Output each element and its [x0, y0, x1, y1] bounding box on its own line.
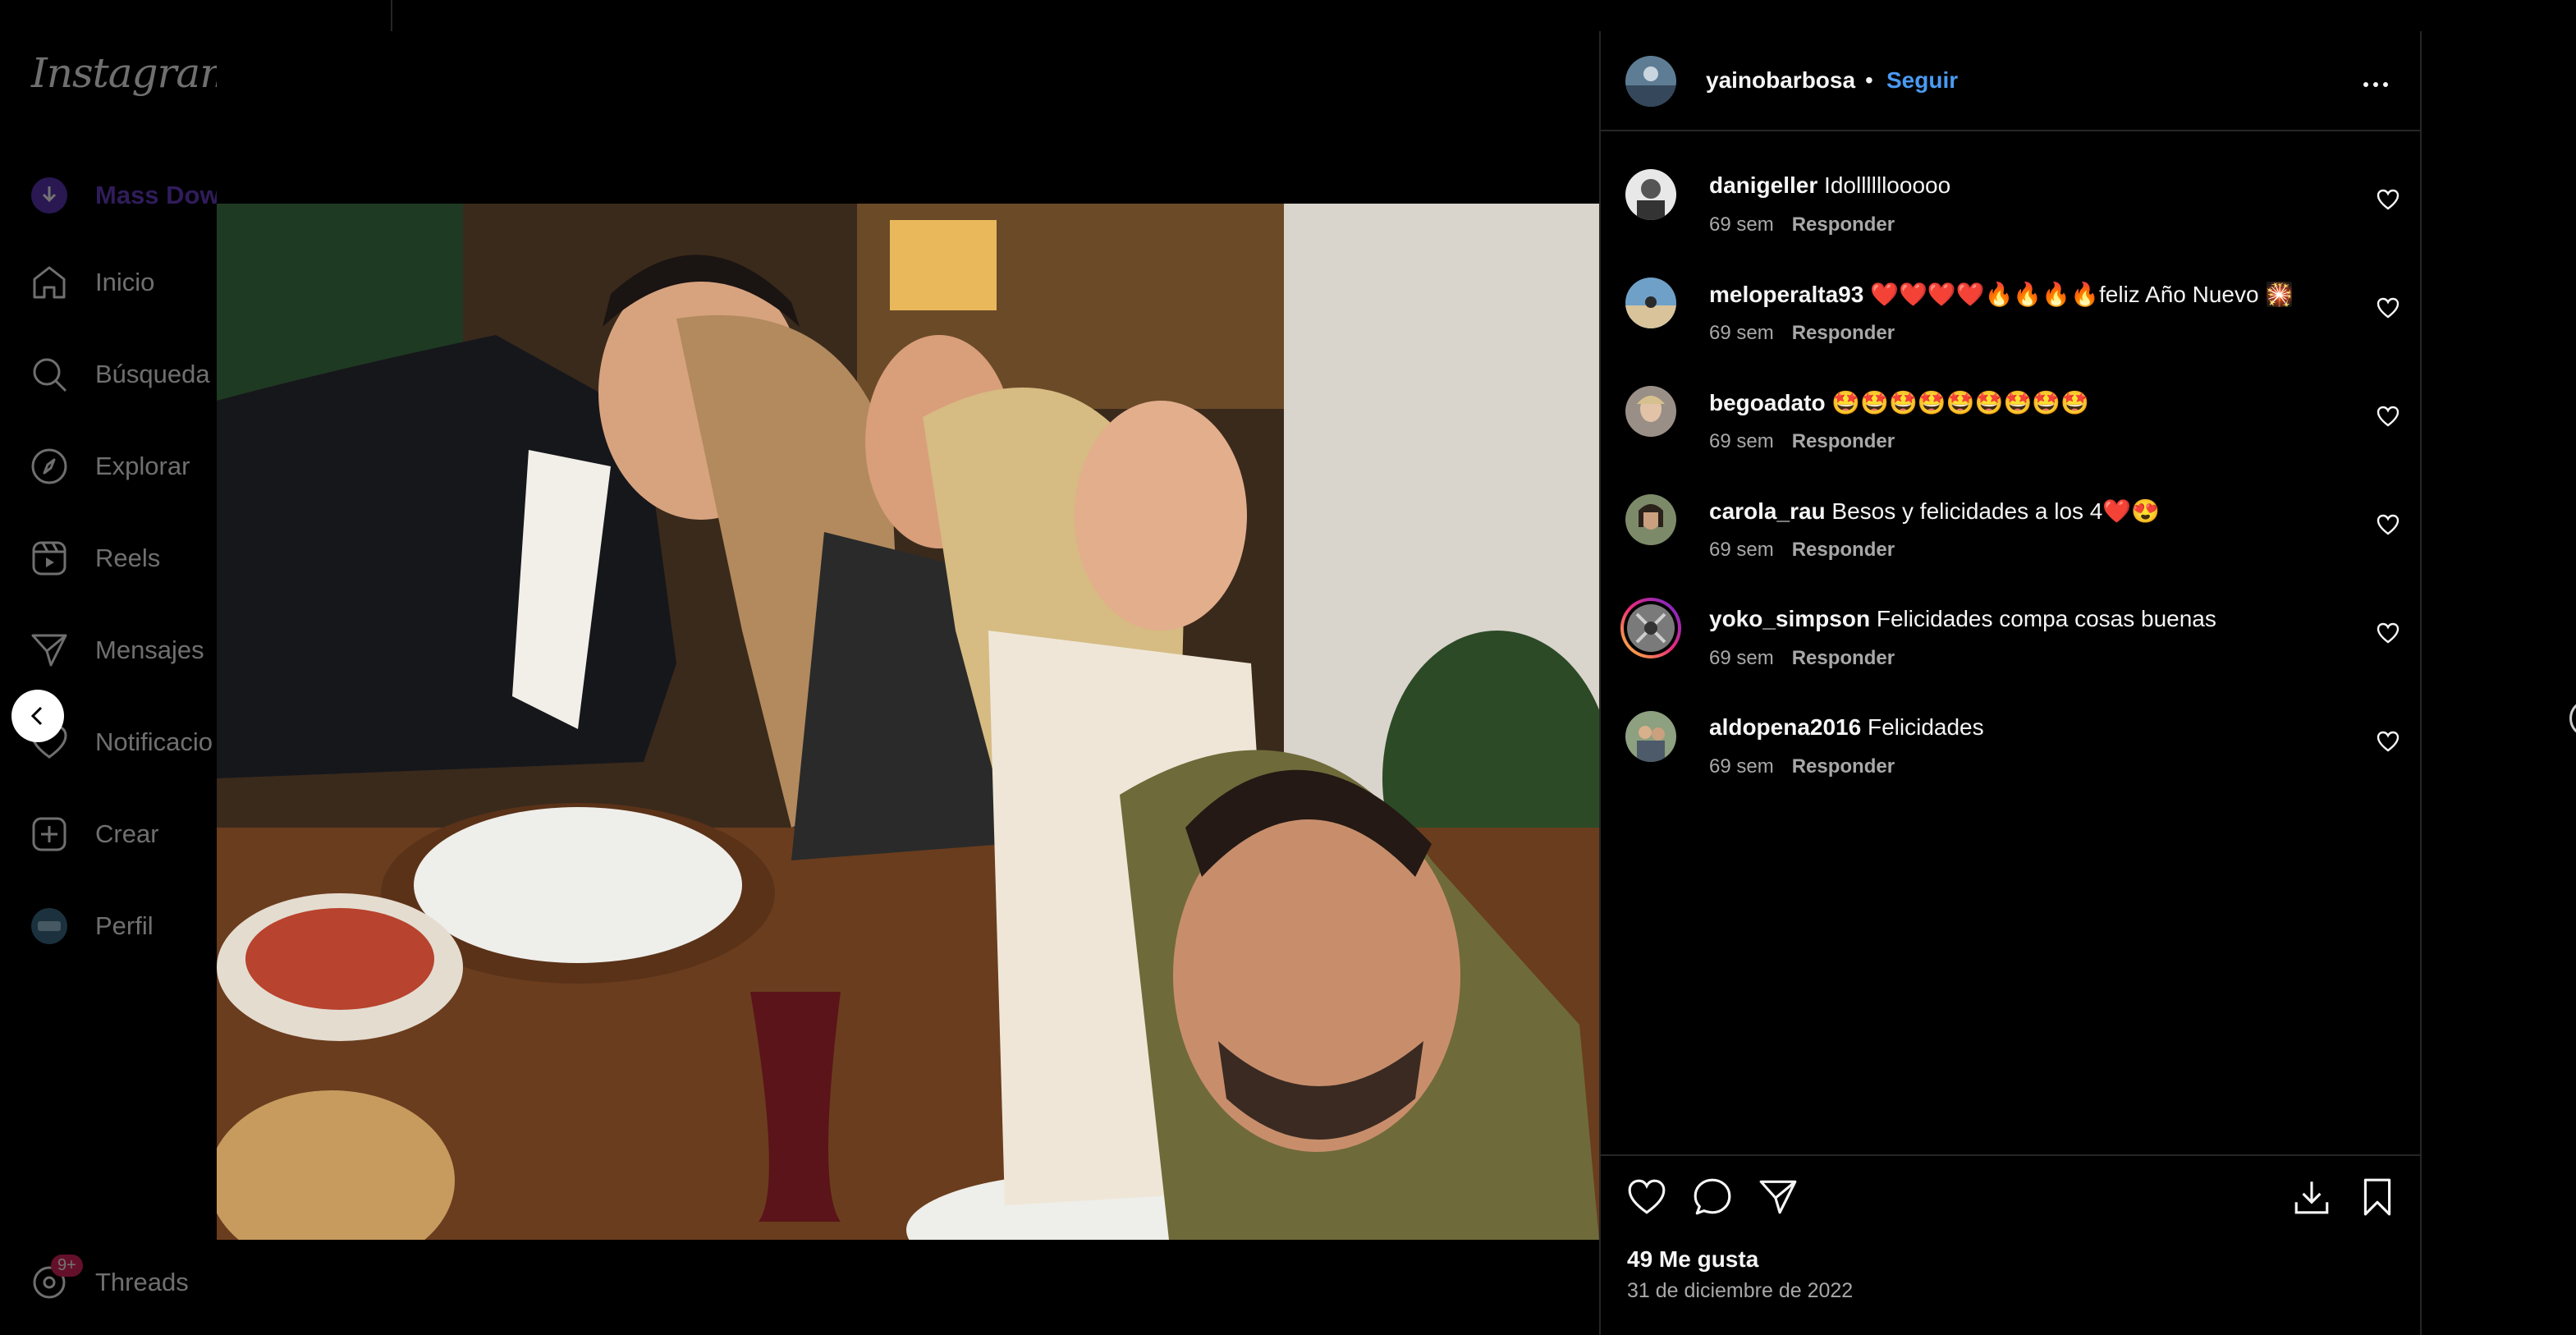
comment-time[interactable]: 69 sem [1709, 213, 1774, 236]
comment-username[interactable]: meloperalta93 [1709, 282, 1863, 307]
sidebar-item-label: Explorar [95, 452, 190, 480]
sidebar-item-mass-download[interactable]: Mass Dow [30, 171, 217, 220]
comment-time[interactable]: 69 sem [1709, 322, 1774, 344]
commenter-avatar[interactable] [1625, 278, 1676, 328]
comment-username[interactable]: yoko_simpson [1709, 606, 1870, 631]
sidebar-item-label: Crear [95, 819, 159, 848]
threads-badge: 9+ [51, 1255, 83, 1277]
post-header: yainobarbosa • Seguir [1601, 31, 2420, 131]
commenter-avatar[interactable] [1625, 711, 1676, 762]
author-avatar[interactable] [1625, 56, 1676, 107]
reply-button[interactable]: Responder [1792, 755, 1895, 778]
sidebar: Instagram Mass Dow Inicio Búsqueda Explo… [0, 0, 217, 1335]
commenter-avatar[interactable] [1625, 169, 1676, 220]
like-icon[interactable] [1624, 1174, 1670, 1220]
comment-username[interactable]: carola_rau [1709, 498, 1826, 524]
sidebar-item-label: Perfil [95, 911, 154, 940]
compass-icon [30, 447, 69, 486]
comment-time[interactable]: 69 sem [1709, 430, 1774, 452]
comment-text: Felicidades compa cosas buenas [1876, 606, 2216, 631]
sidebar-item-profile[interactable]: Perfil [30, 901, 154, 951]
comment-like-icon[interactable] [2376, 404, 2400, 429]
sidebar-item-label: Reels [95, 544, 161, 572]
reply-button[interactable]: Responder [1792, 430, 1895, 452]
previous-post-button[interactable] [11, 690, 64, 742]
actions-divider [1601, 1154, 2420, 1156]
save-bookmark-icon[interactable] [2354, 1174, 2400, 1220]
sidebar-item-label: Búsqueda [95, 360, 210, 388]
comment-item: meloperalta93 ❤️❤️❤️❤️🔥🔥🔥🔥feliz Año Nuev… [1601, 274, 2420, 373]
comment-text: Besos y felicidades a los 4❤️😍 [1831, 498, 2161, 524]
reply-button[interactable]: Responder [1792, 647, 1895, 669]
comment-like-icon[interactable] [2376, 296, 2400, 320]
sidebar-item-label: Notificacio [95, 727, 213, 756]
sidebar-item-label: Inicio [95, 268, 155, 296]
commenter-avatar-story-ring[interactable] [1620, 598, 1681, 658]
sidebar-item-explore[interactable]: Explorar [30, 442, 190, 491]
likes-count[interactable]: 49 Me gusta [1627, 1246, 1758, 1273]
comment-time[interactable]: 69 sem [1709, 755, 1774, 778]
separator-dot: • [1865, 67, 1873, 93]
comment-text: Idollllllooooo [1824, 172, 1951, 198]
search-icon [30, 355, 69, 394]
create-icon [30, 814, 69, 854]
commenter-avatar[interactable] [1625, 494, 1676, 545]
comment-time[interactable]: 69 sem [1709, 539, 1774, 561]
author-username[interactable]: yainobarbosa [1706, 67, 1855, 94]
reply-button[interactable]: Responder [1792, 322, 1895, 344]
sidebar-item-messages[interactable]: Mensajes [30, 626, 204, 675]
comment-item: aldopena2016 Felicidades 69 sem Responder [1601, 708, 2420, 806]
post-image[interactable] [217, 204, 1599, 1240]
post-details-panel: yainobarbosa • Seguir danigeller Idollll… [1599, 31, 2422, 1335]
comment-text: 🤩🤩🤩🤩🤩🤩🤩🤩🤩 [1831, 390, 2090, 415]
home-icon [30, 263, 69, 302]
comment-username[interactable]: danigeller [1709, 172, 1817, 198]
messages-icon [30, 631, 69, 670]
reels-icon [30, 539, 69, 578]
sidebar-item-search[interactable]: Búsqueda [30, 350, 210, 399]
mass-download-icon [30, 176, 69, 215]
share-icon[interactable] [1755, 1174, 1801, 1220]
comment-item: yoko_simpson Felicidades compa cosas bue… [1601, 598, 2420, 698]
instagram-logo[interactable]: Instagram [31, 49, 217, 97]
follow-button[interactable]: Seguir [1886, 67, 1958, 94]
sidebar-item-label: Mensajes [95, 635, 204, 664]
sidebar-item-home[interactable]: Inicio [30, 258, 154, 307]
comment-text: ❤️❤️❤️❤️🔥🔥🔥🔥feliz Año Nuevo 🎇 [1870, 282, 2294, 307]
comment-like-icon[interactable] [2376, 187, 2400, 212]
next-post-button[interactable] [2569, 700, 2576, 737]
divider [391, 0, 392, 31]
comment-time[interactable]: 69 sem [1709, 647, 1774, 669]
comment-like-icon[interactable] [2376, 729, 2400, 754]
commenter-avatar[interactable] [1625, 386, 1676, 437]
comment-like-icon[interactable] [2376, 512, 2400, 537]
post-date[interactable]: 31 de diciembre de 2022 [1627, 1279, 1853, 1303]
comment-username[interactable]: aldopena2016 [1709, 714, 1861, 740]
profile-avatar-icon [30, 906, 69, 946]
reply-button[interactable]: Responder [1792, 539, 1895, 561]
sidebar-item-create[interactable]: Crear [30, 810, 159, 859]
chevron-left-icon [30, 706, 43, 726]
comment-icon[interactable] [1689, 1174, 1735, 1220]
comment-item: carola_rau Besos y felicidades a los 4❤️… [1601, 491, 2420, 590]
sidebar-item-label: Mass Dow [95, 181, 217, 209]
download-icon[interactable] [2289, 1174, 2335, 1220]
comment-item: danigeller Idollllllooooo 69 sem Responde… [1601, 166, 2420, 264]
sidebar-item-label: Threads [95, 1268, 189, 1296]
comment-like-icon[interactable] [2376, 621, 2400, 645]
more-options-icon[interactable] [2359, 72, 2392, 97]
sidebar-item-reels[interactable]: Reels [30, 534, 160, 583]
comment-text: Felicidades [1867, 714, 1984, 740]
comment-item: begoadato 🤩🤩🤩🤩🤩🤩🤩🤩🤩 69 sem Responder [1601, 383, 2420, 481]
comment-username[interactable]: begoadato [1709, 390, 1826, 415]
reply-button[interactable]: Responder [1792, 213, 1895, 236]
